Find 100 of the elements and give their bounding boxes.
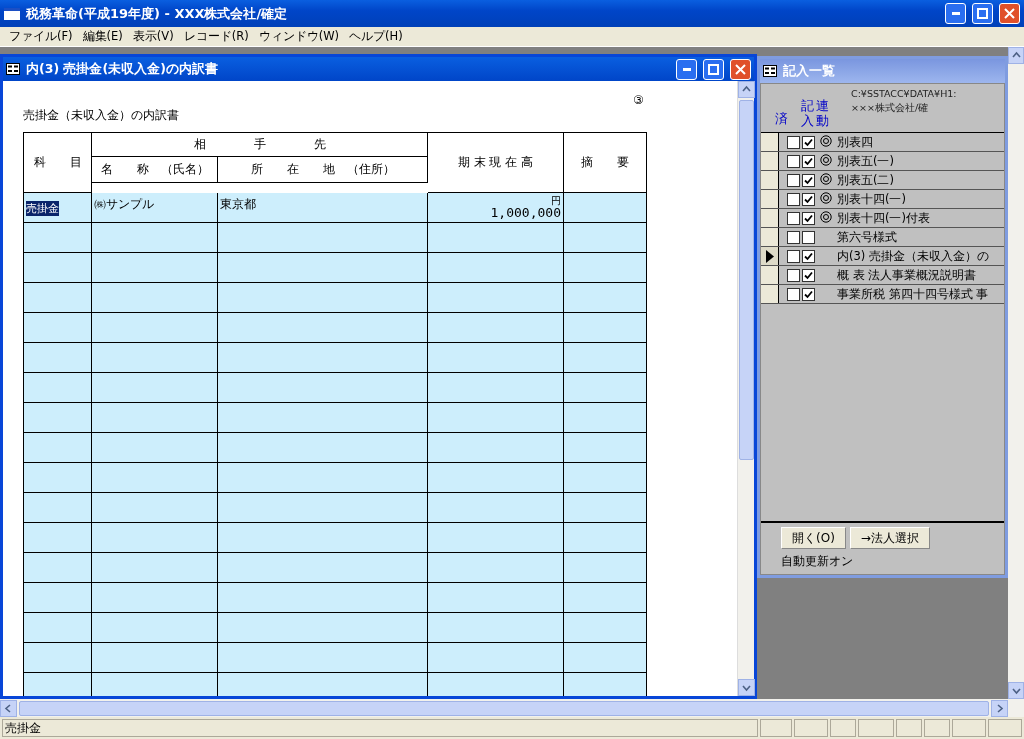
table-cell[interactable] xyxy=(564,583,646,613)
table-cell[interactable] xyxy=(92,373,218,403)
record-selector[interactable] xyxy=(761,209,779,227)
vertical-scrollbar[interactable] xyxy=(737,81,754,696)
table-cell[interactable] xyxy=(218,373,428,403)
table-cell[interactable] xyxy=(218,493,428,523)
table-cell[interactable] xyxy=(564,403,646,433)
done-checkbox[interactable] xyxy=(787,154,800,168)
table-cell[interactable] xyxy=(428,673,564,696)
table-cell[interactable] xyxy=(428,373,564,403)
record-selector[interactable] xyxy=(761,171,779,189)
entered-checkbox[interactable] xyxy=(802,173,815,187)
table-cell[interactable] xyxy=(564,433,646,463)
list-row[interactable]: 別表十四(一)付表 xyxy=(761,209,1004,228)
table-cell[interactable] xyxy=(24,313,92,343)
table-cell[interactable] xyxy=(564,373,646,403)
done-checkbox[interactable] xyxy=(787,173,800,187)
close-button[interactable] xyxy=(730,58,751,80)
table-cell[interactable] xyxy=(92,643,218,673)
table-cell[interactable] xyxy=(564,673,646,696)
record-selector[interactable] xyxy=(761,152,779,170)
table-cell[interactable] xyxy=(564,613,646,643)
menu-item[interactable]: ヘルプ(H) xyxy=(344,29,408,44)
table-cell[interactable] xyxy=(92,493,218,523)
menu-item[interactable]: 編集(E) xyxy=(77,29,128,44)
table-cell[interactable] xyxy=(564,253,646,283)
table-cell[interactable] xyxy=(564,223,646,253)
table-cell[interactable] xyxy=(218,553,428,583)
entered-checkbox[interactable] xyxy=(802,211,815,225)
table-cell[interactable] xyxy=(218,433,428,463)
list-row[interactable]: 事業所税 第四十四号様式 事 xyxy=(761,285,1004,304)
table-cell[interactable] xyxy=(24,493,92,523)
table-cell[interactable] xyxy=(564,343,646,373)
table-cell[interactable]: 円 1,000,000 xyxy=(428,193,564,223)
table-cell[interactable] xyxy=(428,223,564,253)
entered-checkbox[interactable] xyxy=(802,249,815,263)
table-cell[interactable] xyxy=(92,523,218,553)
table-cell[interactable] xyxy=(24,553,92,583)
table-cell[interactable] xyxy=(24,253,92,283)
table-cell[interactable] xyxy=(428,343,564,373)
table-cell[interactable] xyxy=(218,253,428,283)
done-checkbox[interactable] xyxy=(787,211,800,225)
record-selector[interactable] xyxy=(761,190,779,208)
list-row[interactable]: 概 表 法人事業概況説明書 xyxy=(761,266,1004,285)
table-cell[interactable] xyxy=(218,583,428,613)
table-cell[interactable] xyxy=(428,523,564,553)
done-checkbox[interactable] xyxy=(787,192,800,206)
select-company-button[interactable]: →法人選択 xyxy=(849,527,930,549)
entered-checkbox[interactable] xyxy=(802,230,815,244)
table-cell[interactable] xyxy=(92,433,218,463)
table-cell[interactable] xyxy=(564,463,646,493)
table-cell[interactable] xyxy=(218,673,428,696)
menu-item[interactable]: ファイル(F) xyxy=(4,29,78,44)
table-cell[interactable] xyxy=(24,523,92,553)
table-cell[interactable] xyxy=(92,343,218,373)
list-row[interactable]: 別表五(一) xyxy=(761,152,1004,171)
horizontal-scrollbar[interactable] xyxy=(0,699,1024,717)
table-cell[interactable] xyxy=(218,403,428,433)
table-cell[interactable] xyxy=(428,403,564,433)
table-cell[interactable] xyxy=(564,283,646,313)
table-cell[interactable] xyxy=(218,343,428,373)
table-cell[interactable] xyxy=(564,643,646,673)
table-cell[interactable] xyxy=(92,313,218,343)
minimize-button[interactable] xyxy=(945,3,966,24)
entered-checkbox[interactable] xyxy=(802,192,815,206)
record-selector[interactable] xyxy=(761,133,779,151)
table-cell[interactable] xyxy=(92,403,218,433)
vertical-scrollbar[interactable] xyxy=(1008,47,1024,699)
open-button[interactable]: 開く(O) xyxy=(781,527,846,549)
table-cell[interactable] xyxy=(428,613,564,643)
table-cell[interactable] xyxy=(428,463,564,493)
entered-checkbox[interactable] xyxy=(802,154,815,168)
table-cell[interactable] xyxy=(92,283,218,313)
entered-checkbox[interactable] xyxy=(802,135,815,149)
entered-checkbox[interactable] xyxy=(802,287,815,301)
table-cell[interactable] xyxy=(92,223,218,253)
table-cell[interactable] xyxy=(24,463,92,493)
table-cell[interactable] xyxy=(218,613,428,643)
table-cell[interactable] xyxy=(428,433,564,463)
table-cell[interactable] xyxy=(218,223,428,253)
record-selector[interactable] xyxy=(761,247,779,265)
table-cell[interactable] xyxy=(564,523,646,553)
table-cell[interactable] xyxy=(428,313,564,343)
table-cell[interactable] xyxy=(92,613,218,643)
table-cell[interactable] xyxy=(24,373,92,403)
table-cell[interactable]: ㈱サンプル xyxy=(92,193,218,223)
table-cell[interactable] xyxy=(24,583,92,613)
table-cell[interactable] xyxy=(24,433,92,463)
table-cell[interactable] xyxy=(428,583,564,613)
record-selector[interactable] xyxy=(761,228,779,246)
table-cell[interactable] xyxy=(428,253,564,283)
menu-item[interactable]: レコード(R) xyxy=(178,29,254,44)
table-cell[interactable] xyxy=(564,553,646,583)
table-cell[interactable]: 売掛金 xyxy=(26,201,59,216)
done-checkbox[interactable] xyxy=(787,230,800,244)
list-row[interactable]: 第六号様式 xyxy=(761,228,1004,247)
table-cell[interactable] xyxy=(218,523,428,553)
table-cell[interactable] xyxy=(218,643,428,673)
table-cell[interactable] xyxy=(564,493,646,523)
table-cell[interactable] xyxy=(24,223,92,253)
